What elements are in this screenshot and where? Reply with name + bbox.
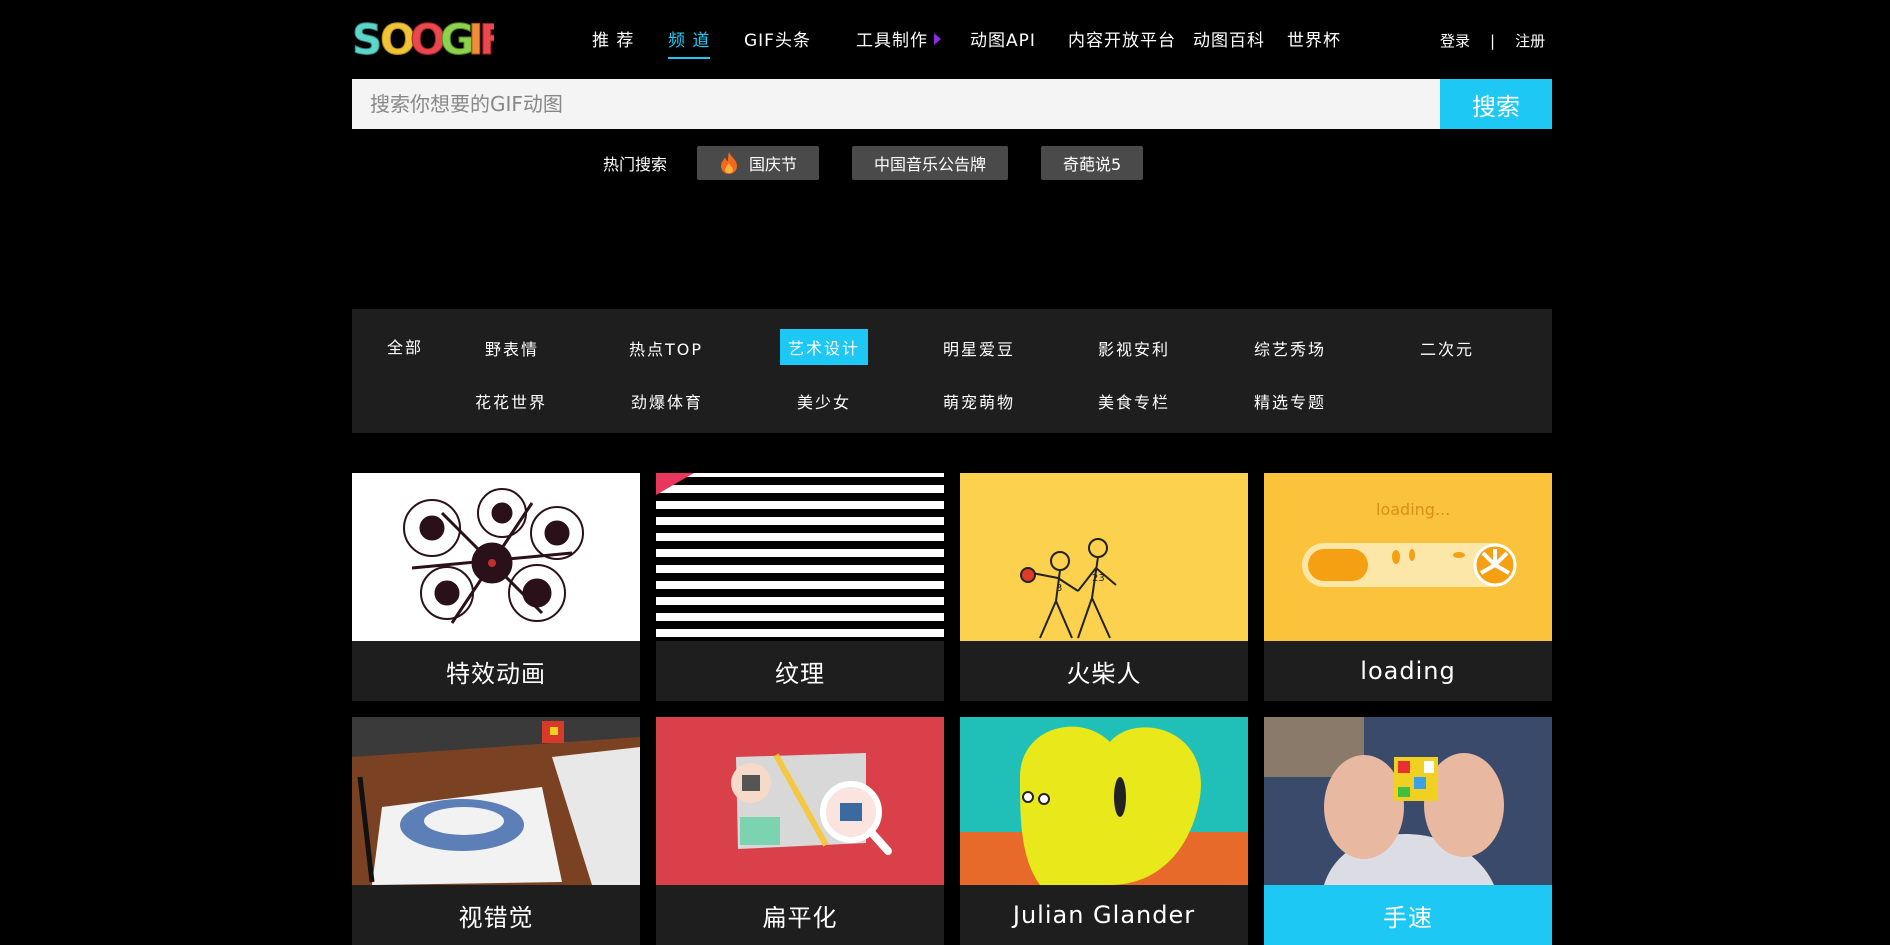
card-thumbnail	[1264, 717, 1552, 885]
category-art-design[interactable]: 艺术设计	[780, 329, 869, 365]
card-thumbnail	[656, 473, 944, 641]
hot-search: 热门搜索 国庆节 中国音乐公告牌 奇葩说5	[603, 146, 1176, 180]
card-flat-design[interactable]: 扁平化	[656, 717, 944, 945]
category-featured[interactable]: 精选专题	[1254, 389, 1326, 413]
register-link[interactable]: 注册	[1515, 30, 1545, 51]
fire-icon	[721, 152, 738, 174]
hot-tag-qipashuo[interactable]: 奇葩说5	[1041, 146, 1144, 180]
card-julian-glander[interactable]: Julian Glander	[960, 717, 1248, 945]
caret-right-icon	[934, 33, 941, 45]
card-loading[interactable]: loading... loading	[1264, 473, 1552, 701]
nav-api[interactable]: 动图API	[970, 26, 1036, 59]
login-link[interactable]: 登录	[1440, 30, 1470, 51]
svg-text:F: F	[479, 15, 494, 62]
category-pets[interactable]: 萌宠萌物	[943, 389, 1015, 413]
category-sports[interactable]: 劲爆体育	[631, 389, 703, 413]
category-hot-top[interactable]: 热点TOP	[629, 336, 703, 360]
logo-letter-s1: S	[352, 15, 382, 62]
card-thumbnail	[352, 717, 640, 885]
card-thumbnail	[352, 473, 640, 641]
auth-links: 登录 | 注册	[1440, 30, 1545, 51]
card-thumbnail: loading...	[1264, 473, 1552, 641]
nav-wiki[interactable]: 动图百科	[1193, 26, 1265, 59]
card-title: 特效动画	[446, 659, 546, 688]
card-title: 扁平化	[762, 903, 838, 932]
card-thumbnail	[656, 717, 944, 885]
card-title: 手速	[1264, 885, 1552, 945]
svg-text:loading...: loading...	[1376, 500, 1450, 519]
hot-search-label: 热门搜索	[603, 155, 668, 174]
hot-tag-music-chart[interactable]: 中国音乐公告牌	[852, 146, 1009, 180]
nav-tools-label: 工具制作	[856, 31, 928, 51]
nav-tools[interactable]: 工具制作	[856, 26, 941, 59]
card-texture[interactable]: 纹理	[656, 473, 944, 701]
nav-world-cup[interactable]: 世界杯	[1287, 26, 1341, 59]
card-optical-illusion[interactable]: 视错觉	[352, 717, 640, 945]
hot-tag-national-day[interactable]: 国庆节	[697, 146, 820, 180]
auth-separator: |	[1490, 31, 1496, 50]
search-bar: 搜索	[352, 79, 1552, 129]
card-hand-speed[interactable]: 手速	[1264, 717, 1552, 945]
card-title: loading	[1360, 657, 1456, 685]
nav-recommend[interactable]: 推 荐	[592, 26, 634, 59]
card-thumbnail	[960, 717, 1248, 885]
nav-open-platform[interactable]: 内容开放平台	[1068, 26, 1176, 59]
category-all[interactable]: 全部	[387, 334, 423, 358]
card-stickman[interactable]: 3 23 火柴人	[960, 473, 1248, 701]
nav-channel[interactable]: 频 道	[668, 26, 711, 59]
soogif-logo[interactable]: S O O G I F	[352, 14, 494, 63]
svg-text:23: 23	[1092, 573, 1105, 584]
category-film[interactable]: 影视安利	[1098, 336, 1170, 360]
category-wild-emoji[interactable]: 野表情	[485, 336, 539, 360]
nav-gif-headlines[interactable]: GIF头条	[744, 26, 811, 59]
card-title: 火柴人	[1066, 659, 1142, 688]
category-variety[interactable]: 综艺秀场	[1254, 336, 1326, 360]
card-title: 纹理	[775, 659, 825, 688]
card-title: 视错觉	[458, 903, 534, 932]
hot-tag-label: 国庆节	[749, 155, 798, 174]
category-beauty[interactable]: 美少女	[797, 389, 851, 413]
category-flower-world[interactable]: 花花世界	[475, 389, 547, 413]
card-thumbnail: 3 23	[960, 473, 1248, 641]
svg-text:3: 3	[1056, 583, 1062, 594]
category-stars[interactable]: 明星爱豆	[943, 336, 1015, 360]
search-button[interactable]: 搜索	[1440, 79, 1552, 129]
card-special-effects[interactable]: 特效动画	[352, 473, 640, 701]
card-title: Julian Glander	[1012, 901, 1196, 929]
category-food[interactable]: 美食专栏	[1098, 389, 1170, 413]
category-panel: 全部 野表情 热点TOP 艺术设计 明星爱豆 影视安利 综艺秀场 二次元 花花世…	[352, 309, 1552, 433]
category-anime[interactable]: 二次元	[1420, 336, 1474, 360]
search-input[interactable]	[352, 79, 1440, 129]
